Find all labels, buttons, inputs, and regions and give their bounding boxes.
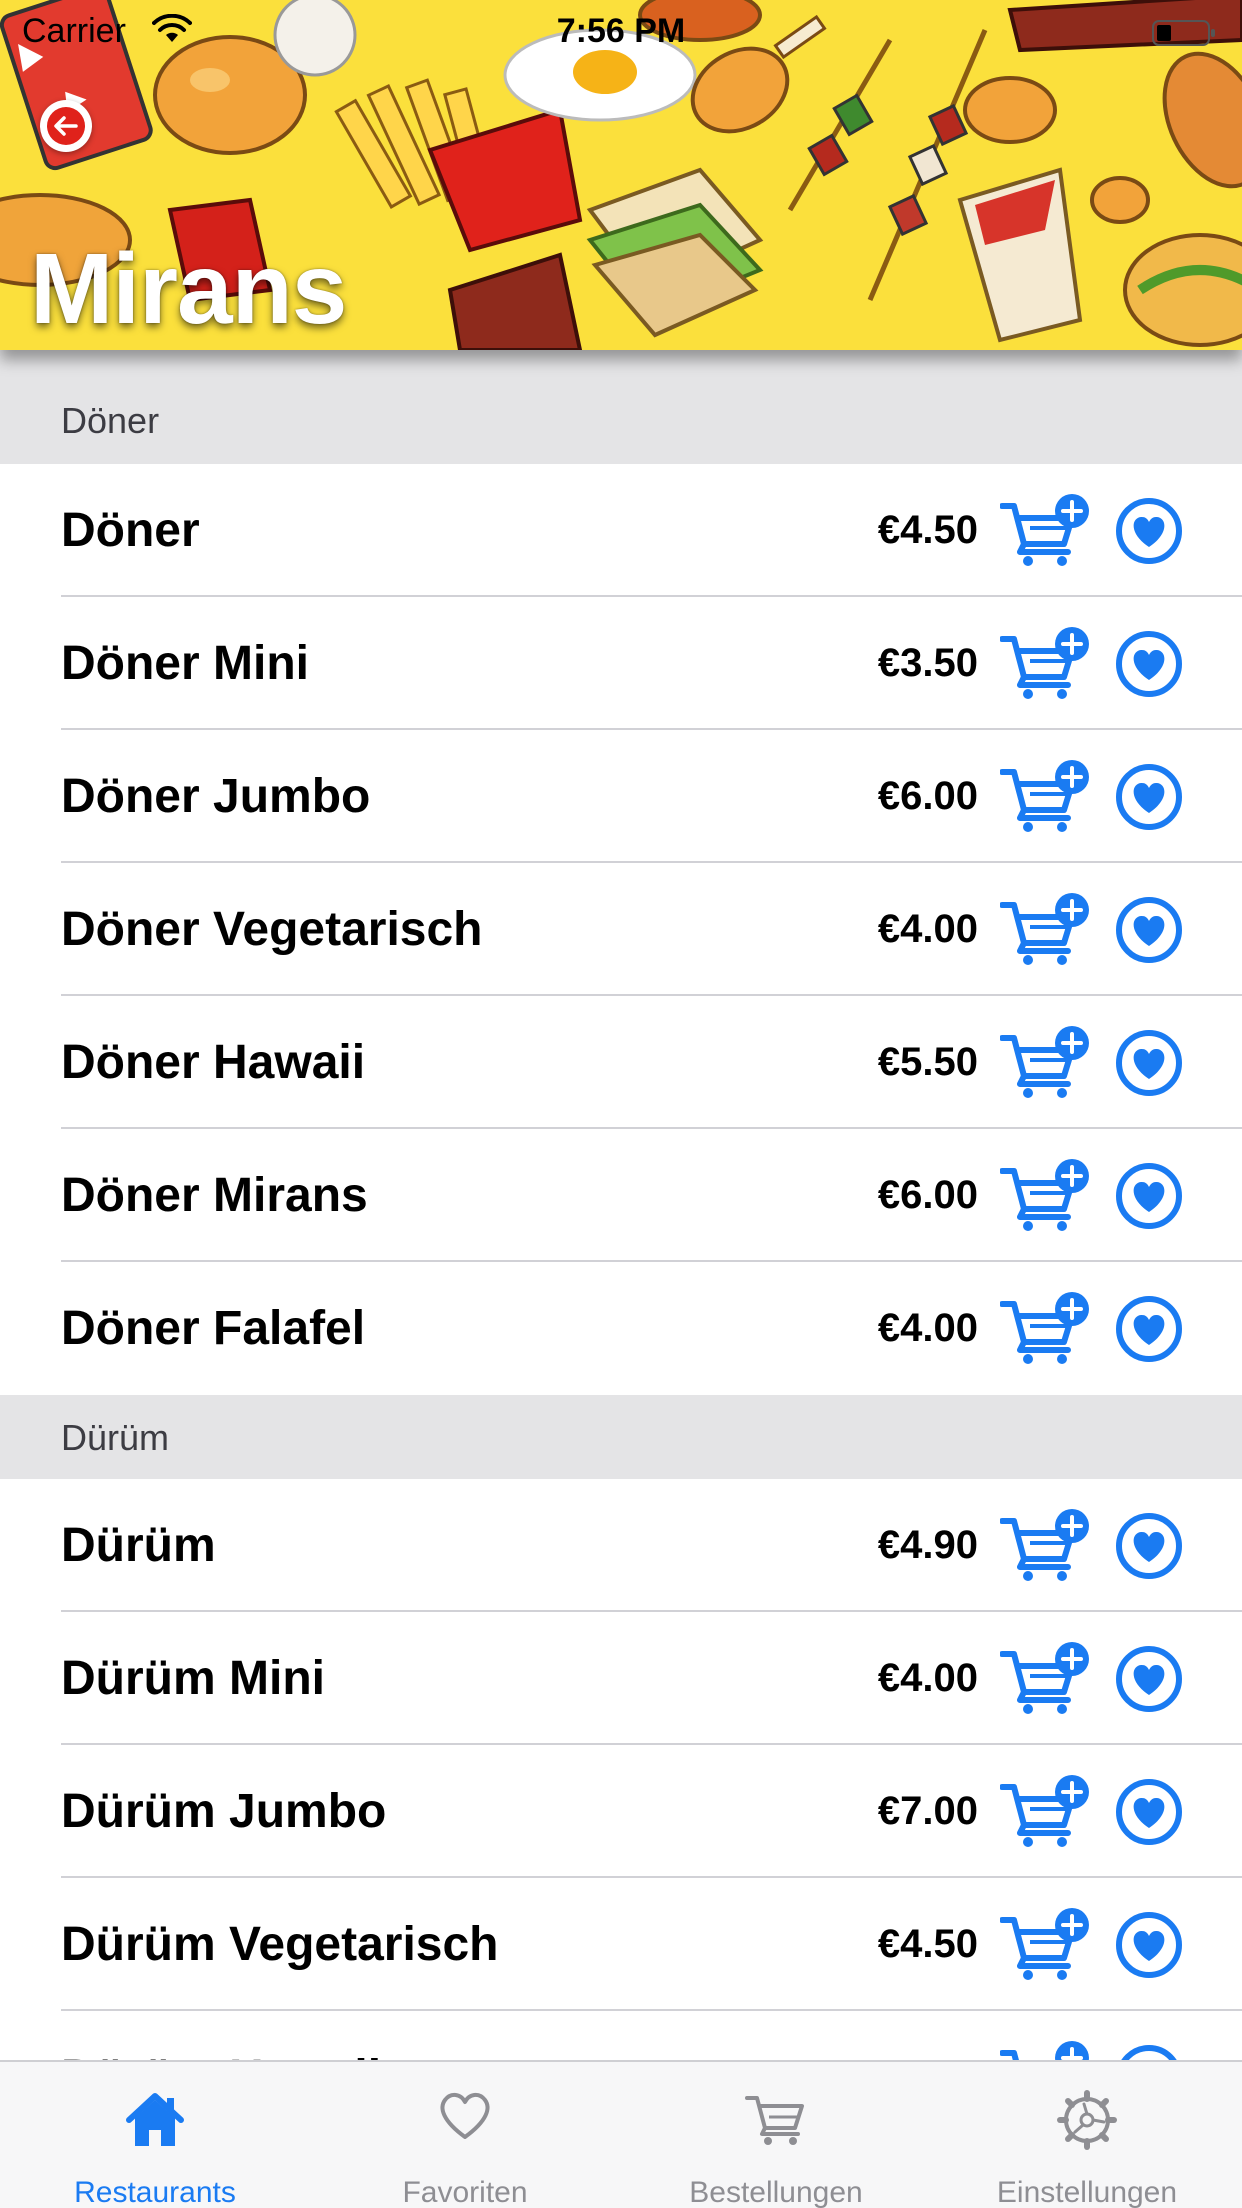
heart-circle-icon[interactable] bbox=[1115, 1778, 1183, 1846]
tab-favoriten[interactable]: Favoriten bbox=[310, 2062, 620, 2208]
section-header-doener: Döner bbox=[0, 350, 1242, 464]
item-name: Döner Vegetarisch bbox=[61, 903, 483, 956]
heart-circle-icon[interactable] bbox=[1115, 1029, 1183, 1097]
item-price: €4.00 bbox=[877, 907, 978, 951]
menu-item-row[interactable]: Döner Mirans €6.00 bbox=[0, 1129, 1242, 1262]
restaurant-title: Mirans bbox=[30, 233, 347, 345]
item-name: Dürüm Jumbo bbox=[61, 1785, 387, 1838]
section-header-duerum: Dürüm bbox=[0, 1395, 1242, 1479]
item-name: Döner Mirans bbox=[61, 1169, 368, 1222]
tab-einstellungen[interactable]: Einstellungen bbox=[932, 2062, 1242, 2208]
menu-item-row[interactable]: Döner Hawaii €5.50 bbox=[0, 996, 1242, 1129]
tab-bestellungen[interactable]: Bestellungen bbox=[621, 2062, 931, 2208]
menu-item-row[interactable]: Dürüm Mini €4.00 bbox=[0, 1612, 1242, 1745]
menu-item-row[interactable]: Döner Mini €3.50 bbox=[0, 597, 1242, 730]
item-name: Döner Mini bbox=[61, 637, 309, 690]
menu-item-row[interactable]: Dürüm €4.90 bbox=[0, 1479, 1242, 1612]
tab-label: Favoriten bbox=[402, 2176, 528, 2208]
heart-circle-icon[interactable] bbox=[1115, 1512, 1183, 1580]
section-title: Dürüm bbox=[61, 1417, 170, 1458]
heart-circle-icon[interactable] bbox=[1115, 1911, 1183, 1979]
heart-circle-icon[interactable] bbox=[1115, 1162, 1183, 1230]
heart-circle-icon[interactable] bbox=[1115, 1645, 1183, 1713]
heart-circle-icon[interactable] bbox=[1115, 630, 1183, 698]
item-name: Döner bbox=[61, 504, 200, 557]
item-price: €4.50 bbox=[877, 1922, 978, 1966]
heart-circle-icon[interactable] bbox=[1115, 1295, 1183, 1363]
item-price: €6.00 bbox=[877, 1173, 978, 1217]
tab-bar: Restaurants Favoriten Bestellungen Einst… bbox=[0, 2060, 1242, 2208]
cart-plus-icon[interactable] bbox=[1000, 1642, 1092, 1716]
cart-plus-icon[interactable] bbox=[1000, 1775, 1092, 1849]
cart-icon bbox=[745, 2096, 804, 2145]
section-title: Döner bbox=[61, 400, 160, 441]
item-price: €4.00 bbox=[877, 1656, 978, 1700]
item-name: Döner Hawaii bbox=[61, 1036, 366, 1089]
cart-plus-icon[interactable] bbox=[1000, 1292, 1092, 1366]
menu-item-row[interactable]: Döner Vegetarisch €4.00 bbox=[0, 863, 1242, 996]
gear-icon bbox=[1057, 2090, 1117, 2150]
tab-label: Bestellungen bbox=[689, 2176, 863, 2208]
menu-item-row[interactable]: Dürüm Vegetarisch €4.50 bbox=[0, 1878, 1242, 2011]
tab-label: Restaurants bbox=[74, 2176, 236, 2208]
cart-plus-icon[interactable] bbox=[1000, 627, 1092, 701]
tab-label: Einstellungen bbox=[996, 2176, 1178, 2208]
menu-item-row[interactable]: Döner Jumbo €6.00 bbox=[0, 730, 1242, 863]
item-price: €4.00 bbox=[877, 1306, 978, 1350]
battery-icon bbox=[1152, 20, 1215, 46]
heart-circle-icon[interactable] bbox=[1115, 763, 1183, 831]
menu-list: Döner Döner €4.50 Döner Mini €3.50 Döner… bbox=[0, 350, 1242, 2144]
item-name: Dürüm Mini bbox=[61, 1652, 325, 1705]
item-price: €6.00 bbox=[877, 774, 978, 818]
menu-item-row[interactable]: Dürüm Jumbo €7.00 bbox=[0, 1745, 1242, 1878]
status-bar: Carrier 7:56 PM bbox=[0, 0, 1242, 62]
cart-plus-icon[interactable] bbox=[1000, 893, 1092, 967]
item-price: €7.00 bbox=[877, 1789, 978, 1833]
cart-plus-icon[interactable] bbox=[1000, 760, 1092, 834]
status-time: 7:56 PM bbox=[556, 12, 686, 50]
heart-circle-icon[interactable] bbox=[1115, 896, 1183, 964]
heart-circle-icon[interactable] bbox=[1115, 497, 1183, 565]
menu-item-row[interactable]: Döner Falafel €4.00 bbox=[0, 1262, 1242, 1395]
item-name: Döner Jumbo bbox=[61, 770, 371, 823]
item-name: Döner Falafel bbox=[61, 1302, 366, 1355]
cart-plus-icon[interactable] bbox=[1000, 494, 1092, 568]
item-price: €4.90 bbox=[877, 1523, 978, 1567]
item-price: €4.50 bbox=[877, 508, 978, 552]
cart-plus-icon[interactable] bbox=[1000, 1159, 1092, 1233]
arrow-left-icon bbox=[47, 107, 85, 145]
cart-plus-icon[interactable] bbox=[1000, 1026, 1092, 1100]
heart-icon bbox=[440, 2093, 490, 2139]
house-icon bbox=[126, 2093, 184, 2146]
tab-restaurants[interactable]: Restaurants bbox=[0, 2062, 310, 2208]
cart-plus-icon[interactable] bbox=[1000, 1509, 1092, 1583]
item-name: Dürüm Vegetarisch bbox=[61, 1918, 499, 1971]
menu-item-row[interactable]: Döner €4.50 bbox=[0, 464, 1242, 597]
back-button[interactable] bbox=[40, 100, 92, 152]
item-price: €3.50 bbox=[877, 641, 978, 685]
cart-plus-icon[interactable] bbox=[1000, 1908, 1092, 1982]
item-name: Dürüm bbox=[61, 1519, 216, 1572]
item-price: €5.50 bbox=[877, 1040, 978, 1084]
